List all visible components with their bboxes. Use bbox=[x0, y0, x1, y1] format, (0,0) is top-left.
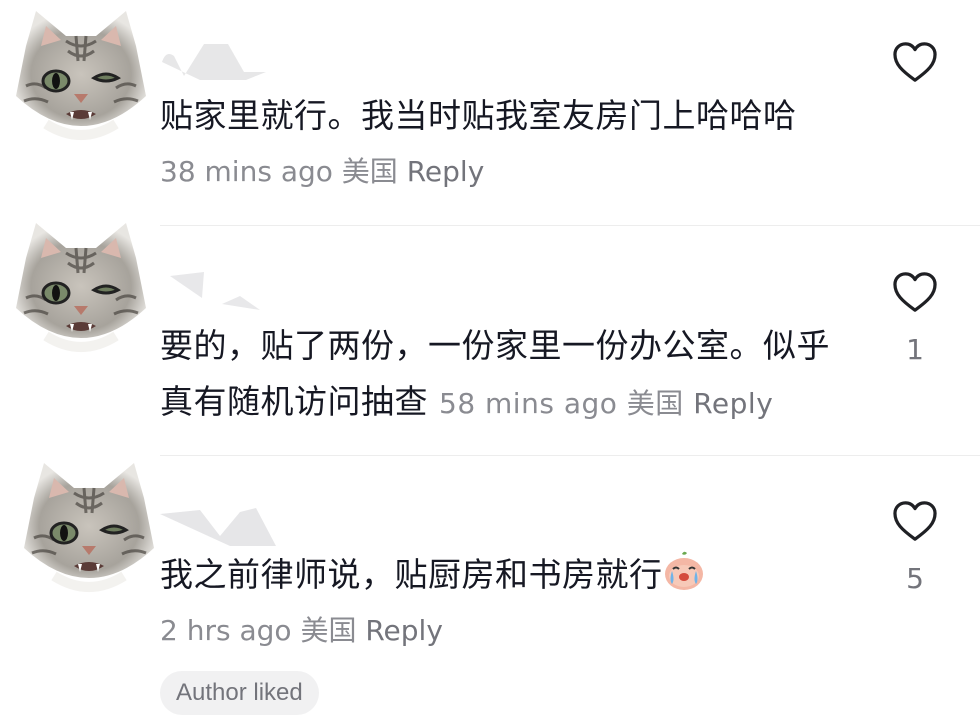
user-avatar[interactable] bbox=[6, 6, 156, 156]
reply-button[interactable]: Reply bbox=[365, 614, 443, 647]
like-control: 1 bbox=[885, 271, 945, 366]
crying-face-emoji-icon bbox=[663, 550, 705, 592]
username-blurred[interactable] bbox=[160, 42, 290, 82]
username-redaction bbox=[162, 44, 266, 80]
reply-button[interactable]: Reply bbox=[407, 155, 485, 188]
comment-location: 美国 bbox=[300, 614, 357, 647]
username-redaction bbox=[170, 272, 260, 310]
cat-avatar-icon bbox=[14, 458, 164, 608]
like-count: 5 bbox=[906, 562, 924, 595]
like-control bbox=[885, 41, 945, 103]
user-avatar[interactable] bbox=[14, 458, 164, 608]
comment-time: 2 hrs ago bbox=[160, 614, 292, 647]
reply-button[interactable]: Reply bbox=[693, 387, 773, 420]
like-control: 5 bbox=[885, 500, 945, 595]
comment-location: 美国 bbox=[341, 155, 398, 188]
comment-meta: 2 hrs ago 美国 Reply bbox=[160, 611, 443, 651]
comment-time: 58 mins ago bbox=[439, 387, 618, 420]
comment-body: 我之前律师说，贴厨房和书房就行 bbox=[160, 555, 663, 594]
user-avatar[interactable] bbox=[6, 218, 156, 368]
comment-text: 我之前律师说，贴厨房和书房就行 bbox=[160, 547, 860, 603]
comment-location: 美国 bbox=[626, 387, 684, 420]
heart-outline-icon[interactable] bbox=[892, 41, 938, 83]
comment-text: 贴家里就行。我当时贴我室友房门上哈哈哈 bbox=[160, 88, 860, 144]
heart-outline-icon[interactable] bbox=[892, 271, 938, 313]
comment-body: 贴家里就行。我当时贴我室友房门上哈哈哈 bbox=[160, 96, 797, 135]
username-blurred[interactable] bbox=[160, 270, 290, 310]
comment-time: 38 mins ago bbox=[160, 155, 333, 188]
cat-avatar-icon bbox=[6, 6, 156, 156]
author-liked-badge: Author liked bbox=[160, 671, 319, 715]
like-count: 1 bbox=[906, 333, 924, 366]
comment-meta: 38 mins ago 美国 Reply bbox=[160, 152, 484, 192]
divider bbox=[160, 455, 980, 456]
cat-avatar-icon bbox=[6, 218, 156, 368]
divider bbox=[160, 225, 980, 226]
comment-meta: 58 mins ago 美国 Reply bbox=[439, 387, 773, 420]
heart-outline-icon[interactable] bbox=[892, 500, 938, 542]
username-redaction bbox=[160, 508, 276, 546]
username-blurred[interactable] bbox=[160, 506, 290, 546]
comment-text: 要的，贴了两份，一份家里一份办公室。似乎真有随机访问抽查 58 mins ago… bbox=[160, 318, 860, 432]
